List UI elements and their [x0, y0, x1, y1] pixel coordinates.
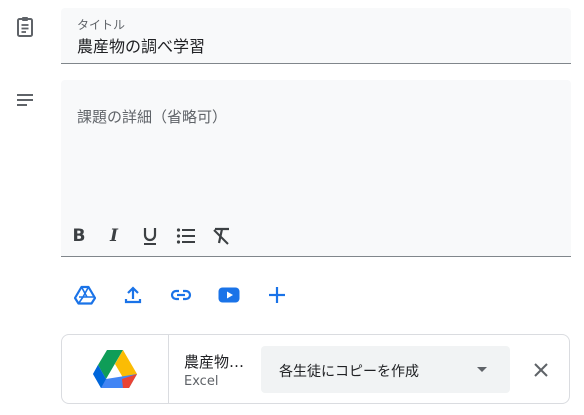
attachment-thumbnail[interactable]	[62, 335, 169, 403]
google-drive-icon	[74, 285, 96, 305]
bulleted-list-button[interactable]	[173, 223, 199, 249]
title-field[interactable]: タイトル 農産物の調べ学習	[61, 8, 571, 64]
youtube-button[interactable]	[214, 280, 244, 310]
upload-button[interactable]	[118, 280, 148, 310]
italic-button[interactable]: I	[101, 223, 127, 249]
plus-icon	[269, 287, 285, 303]
share-option-select[interactable]: 各生徒にコピーを作成	[261, 346, 510, 393]
attachment-name[interactable]: 農産物…	[184, 351, 244, 372]
assignment-icon	[13, 14, 37, 40]
details-field[interactable]: 課題の詳細（省略可） B I	[61, 80, 571, 257]
dropdown-arrow-icon	[475, 363, 489, 377]
underline-icon	[143, 228, 157, 245]
details-placeholder: 課題の詳細（省略可）	[77, 108, 228, 126]
clear-formatting-icon	[213, 227, 229, 245]
bold-icon: B	[72, 226, 86, 246]
drive-logo-icon	[93, 350, 137, 388]
upload-icon	[124, 286, 142, 304]
bold-button[interactable]: B	[66, 223, 92, 249]
google-drive-button[interactable]	[70, 280, 100, 310]
link-icon	[170, 289, 192, 301]
description-icon	[13, 88, 37, 112]
bulleted-list-icon	[176, 228, 195, 244]
close-icon	[534, 363, 548, 377]
link-button[interactable]	[166, 280, 196, 310]
title-label: タイトル	[77, 18, 126, 32]
italic-icon: I	[110, 226, 118, 246]
attachment-type: Excel	[184, 374, 219, 389]
youtube-icon	[218, 287, 240, 303]
title-input[interactable]: 農産物の調べ学習	[77, 33, 205, 57]
underline-button[interactable]	[137, 223, 163, 249]
attachment-card: 農産物… Excel 各生徒にコピーを作成	[61, 334, 570, 404]
share-option-value: 各生徒にコピーを作成	[279, 364, 419, 380]
clear-formatting-button[interactable]	[209, 223, 235, 249]
remove-attachment-button[interactable]	[527, 356, 555, 384]
create-button[interactable]	[262, 280, 292, 310]
